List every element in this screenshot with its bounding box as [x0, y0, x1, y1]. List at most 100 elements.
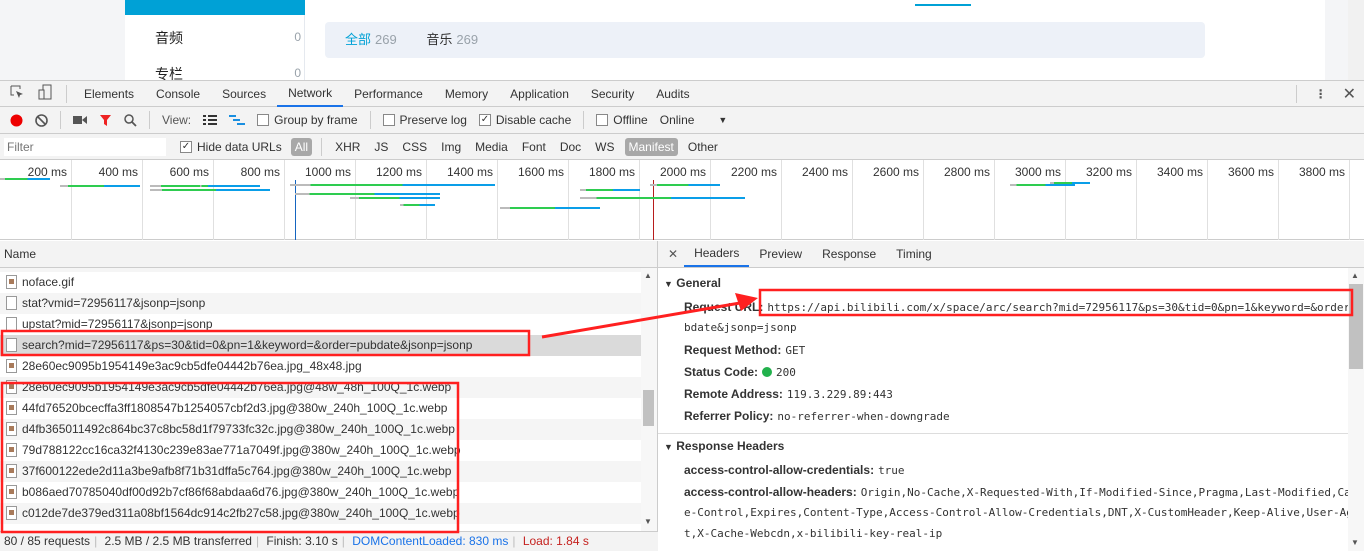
inspect-element-icon[interactable] [10, 85, 24, 102]
table-row[interactable]: 28e60ec9095b1954149e3ac9cb5dfe04442b76ea… [0, 356, 641, 377]
tab-sources[interactable]: Sources [211, 81, 277, 107]
group-by-frame-checkbox[interactable]: Group by frame [257, 113, 358, 127]
scrollbar-thumb[interactable] [643, 390, 654, 426]
triangle-down-icon: ▼ [664, 279, 673, 289]
timeline-tick-label: 1400 ms [446, 165, 493, 179]
timeline-request-bar [295, 193, 440, 195]
scrollbar-thumb[interactable] [1349, 284, 1363, 369]
timeline-tick-label: 3800 ms [1298, 165, 1345, 179]
details-tab-response[interactable]: Response [812, 241, 886, 267]
filter-music[interactable]: 音乐 [426, 32, 452, 47]
request-name: b086aed70785040df00d92b7cf86f68abdaa6d76… [22, 485, 460, 499]
clear-icon[interactable] [35, 113, 48, 127]
search-icon[interactable] [124, 113, 137, 127]
table-row[interactable]: c012de7de379ed311a08bf1564dc914c2fb27c58… [0, 503, 641, 524]
request-url-value: https://api.bilibili.com/x/space/arc/sea… [767, 301, 1357, 314]
tab-performance[interactable]: Performance [343, 81, 434, 107]
record-icon[interactable] [10, 114, 23, 127]
scroll-down-icon[interactable]: ▼ [1351, 538, 1359, 547]
table-row[interactable]: noface.gif [0, 272, 641, 293]
tab-memory[interactable]: Memory [434, 81, 499, 107]
filter-type-media[interactable]: Media [471, 138, 512, 156]
divider [321, 137, 323, 156]
tab-application[interactable]: Application [499, 81, 580, 107]
disable-cache-checkbox[interactable]: ✓ Disable cache [478, 113, 571, 127]
filter-bar: ✓Hide data URLs All XHR JS CSS Img Media Font D… [0, 134, 1364, 160]
more-options-icon[interactable]: ⋮ [1315, 87, 1327, 101]
table-row[interactable]: search?mid=72956117&ps=30&tid=0&pn=1&key… [0, 335, 641, 356]
sidebar-active-item[interactable] [125, 0, 305, 15]
table-row[interactable]: 79d788122cc16ca32f4130c239e83ae771a7049f… [0, 440, 641, 461]
timeline-tick-label: 2600 ms [872, 165, 919, 179]
waterfall-overview-icon[interactable] [229, 114, 246, 126]
table-row[interactable]: upstat?mid=72956117&jsonp=jsonp [0, 314, 641, 335]
throttling-select[interactable]: Online ▼ [660, 113, 728, 127]
scroll-up-icon[interactable]: ▲ [1351, 271, 1359, 280]
details-tab-timing[interactable]: Timing [886, 241, 942, 267]
network-overview-timeline[interactable]: 200 ms 400 ms 600 ms 800 ms 1000 ms 1200 ms 14… [0, 160, 1364, 240]
filter-type-css[interactable]: CSS [398, 138, 431, 156]
details-tab-headers[interactable]: Headers [684, 241, 750, 267]
preserve-log-checkbox[interactable]: Preserve log [382, 113, 467, 127]
filter-type-xhr[interactable]: XHR [331, 138, 364, 156]
page-sidebar: 音频 0 专栏 0 [125, 0, 305, 82]
tab-security[interactable]: Security [580, 81, 645, 107]
filter-type-manifest[interactable]: Manifest [624, 137, 678, 156]
filter-icon[interactable] [99, 114, 112, 127]
chevron-down-icon: ▼ [718, 115, 728, 125]
filter-type-font[interactable]: Font [518, 138, 550, 156]
filter-type-doc[interactable]: Doc [556, 138, 585, 156]
tab-elements[interactable]: Elements [73, 81, 145, 107]
image-file-icon [6, 443, 17, 457]
request-name: 28e60ec9095b1954149e3ac9cb5dfe04442b76ea… [22, 380, 452, 394]
general-section-toggle[interactable]: ▼ General [664, 276, 721, 290]
sidebar-item-audio[interactable]: 音频 0 [155, 28, 301, 48]
filter-type-ws[interactable]: WS [591, 138, 618, 156]
table-row[interactable]: stat?vmid=72956117&jsonp=jsonp [0, 293, 641, 314]
page-scrollbar[interactable] [1348, 0, 1364, 80]
screenshot-camera-icon[interactable] [73, 115, 87, 125]
table-row[interactable]: 28e60ec9095b1954149e3ac9cb5dfe04442b76ea… [0, 377, 641, 398]
table-row[interactable]: 44fd76520bcecffa3ff1808547b1254057cbf2d3… [0, 398, 641, 419]
request-name: 28e60ec9095b1954149e3ac9cb5dfe04442b76ea… [22, 359, 362, 373]
image-file-icon [6, 359, 17, 373]
device-toolbar-icon[interactable] [38, 84, 52, 103]
request-details-panel: ✕ Headers Preview Response Timing ▼ General… [658, 241, 1364, 551]
timeline-request-bar [500, 207, 600, 209]
filter-type-js[interactable]: JS [370, 138, 392, 156]
details-tab-preview[interactable]: Preview [749, 241, 812, 267]
hide-data-urls-checkbox[interactable]: ✓ Hide data URLs [180, 140, 282, 154]
filter-input[interactable] [4, 137, 166, 156]
document-file-icon [6, 338, 17, 352]
document-file-icon [6, 296, 17, 310]
details-scrollbar[interactable]: ▲ ▼ [1348, 268, 1364, 551]
tab-console[interactable]: Console [145, 81, 211, 107]
filter-type-img[interactable]: Img [437, 138, 465, 156]
name-column-header[interactable]: Name [0, 241, 657, 268]
filter-type-other[interactable]: Other [684, 138, 722, 156]
close-devtools-icon[interactable]: ✕ [1343, 84, 1356, 104]
filter-all[interactable]: 全部 [345, 32, 371, 47]
triangle-down-icon: ▼ [664, 442, 673, 452]
tab-audits[interactable]: Audits [645, 81, 700, 107]
timeline-request-bar [580, 197, 745, 199]
filter-type-all[interactable]: All [290, 137, 313, 156]
timeline-request-bar [60, 185, 140, 187]
table-row[interactable]: b086aed70785040df00d92b7cf86f68abdaa6d76… [0, 482, 641, 503]
timeline-request-bar [650, 184, 720, 186]
large-rows-icon[interactable] [203, 114, 218, 126]
offline-checkbox[interactable]: Offline [596, 113, 648, 127]
table-row[interactable]: d4fb365011492c864bc37c8bc58d1f79733fc32c… [0, 419, 641, 440]
close-details-icon[interactable]: ✕ [668, 247, 678, 261]
divider [60, 111, 61, 129]
scroll-down-icon[interactable]: ▼ [644, 517, 652, 526]
table-row[interactable]: 37f600122ede2d11a3be9afb8f71b31dffa5c764… [0, 461, 641, 482]
response-headers-toggle[interactable]: ▼ Response Headers [664, 439, 784, 453]
request-name: search?mid=72956117&ps=30&tid=0&pn=1&key… [22, 338, 473, 352]
timeline-tick-label: 2400 ms [801, 165, 848, 179]
scroll-up-icon[interactable]: ▲ [644, 271, 652, 280]
document-file-icon [6, 317, 17, 331]
devtools-tab-bar: Elements Console Sources Network Performance… [0, 80, 1364, 107]
tab-network[interactable]: Network [277, 81, 344, 107]
request-list-scrollbar[interactable]: ▲ ▼ [641, 268, 657, 531]
